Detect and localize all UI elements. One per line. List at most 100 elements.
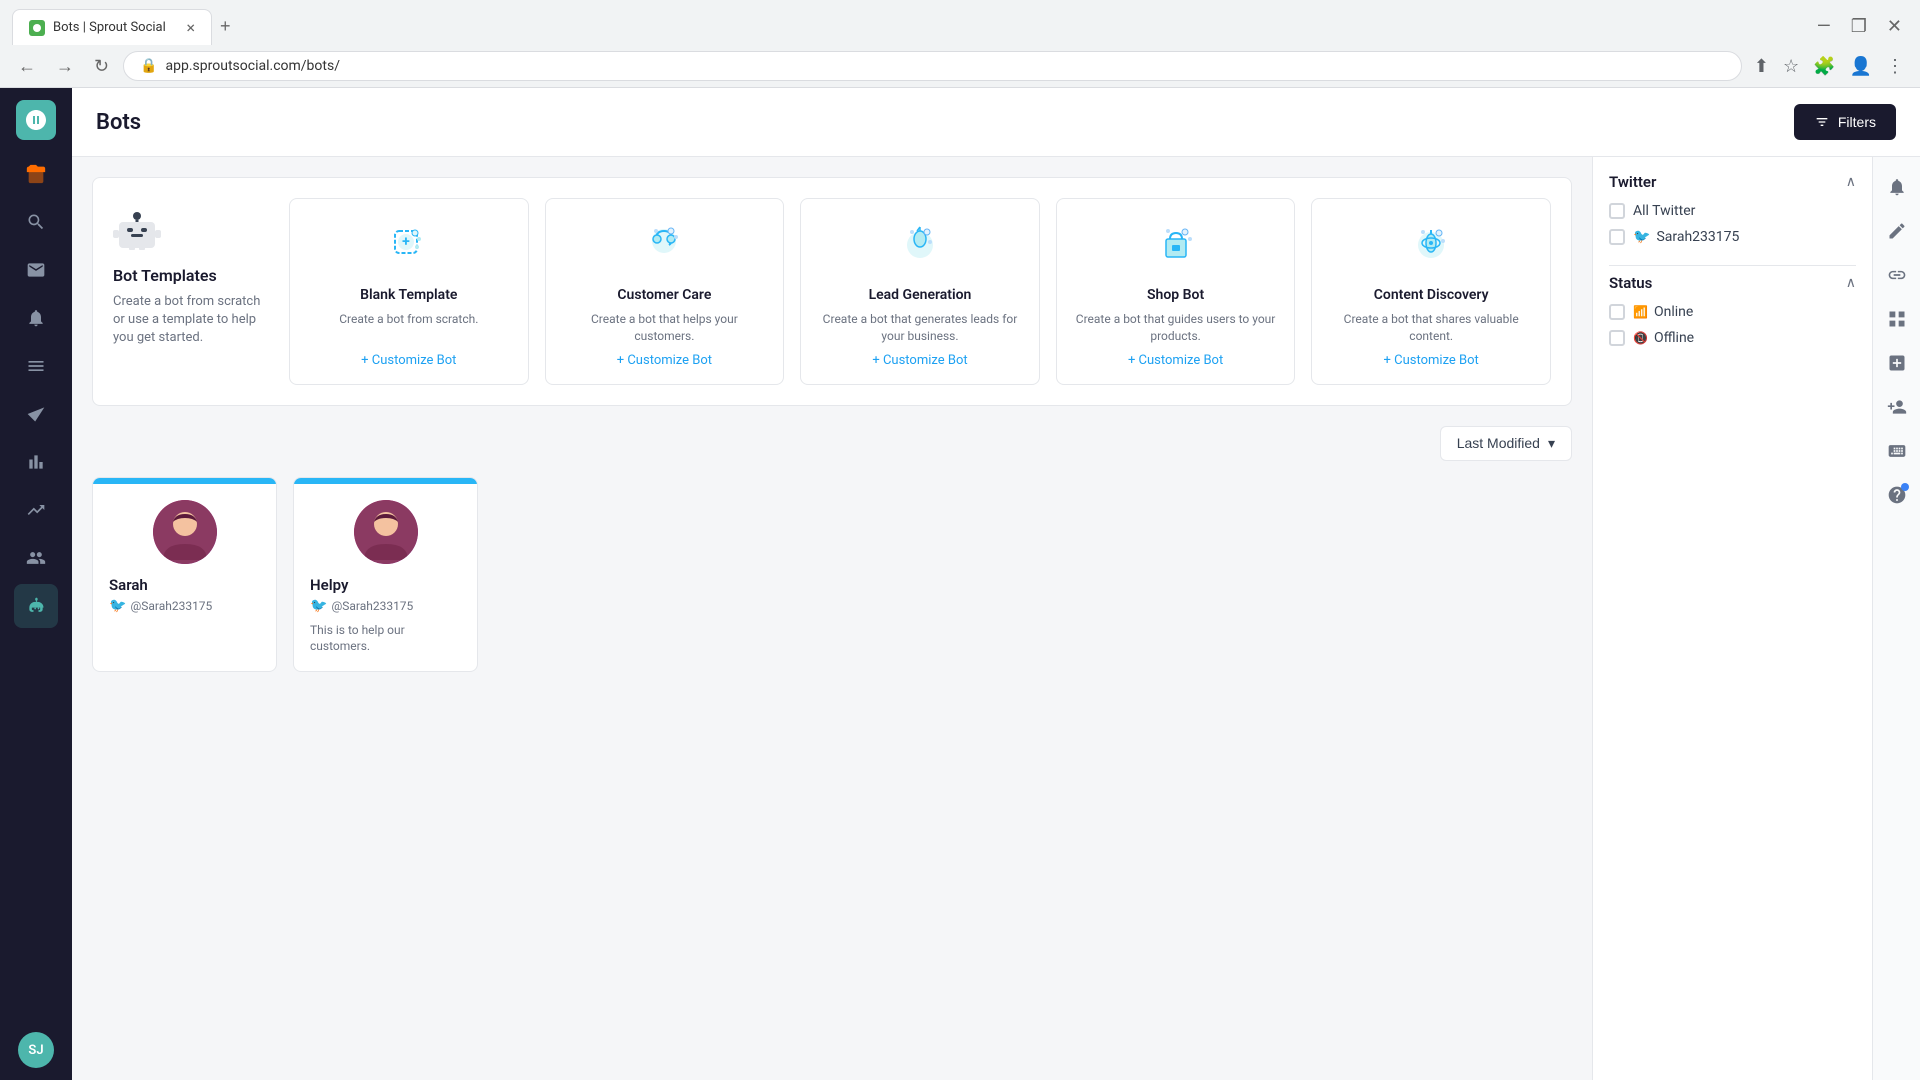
online-status-checkbox[interactable] (1609, 304, 1625, 320)
template-card-lead-gen: Lead Generation Create a bot that genera… (800, 198, 1040, 385)
blank-customize-link[interactable]: + Customize Bot (361, 353, 456, 368)
twitter-icon-helpy: 🐦 (310, 598, 327, 614)
offline-icon: 📵 (1633, 331, 1648, 345)
shop-bot-customize-link[interactable]: + Customize Bot (1128, 353, 1223, 368)
template-intro: Bot Templates Create a bot from scratch … (113, 198, 273, 385)
lock-icon: 🔒 (140, 58, 157, 74)
bot-card-body: Sarah 🐦 @Sarah233175 (93, 484, 276, 630)
close-button[interactable]: ✕ (1881, 14, 1908, 39)
content-discovery-title: Content Discovery (1374, 287, 1489, 303)
all-twitter-label: All Twitter (1633, 203, 1695, 219)
sidebar-item-reports[interactable] (14, 440, 58, 484)
customer-care-icon (634, 215, 694, 275)
template-card-blank: + Blank Template Create a bot from scrat… (289, 198, 529, 385)
sidebar-item-analytics[interactable] (14, 488, 58, 532)
address-bar[interactable]: 🔒 app.sproutsocial.com/bots/ (123, 51, 1742, 81)
shop-bot-icon (1146, 215, 1206, 275)
online-icon: 📶 (1633, 305, 1648, 319)
user-avatar[interactable]: SJ (18, 1032, 54, 1068)
sort-button[interactable]: Last Modified ▾ (1440, 426, 1572, 461)
add-panel-icon[interactable] (1879, 345, 1915, 381)
sidebar-item-campaigns[interactable] (14, 392, 58, 436)
status-section-header: Status ∧ (1609, 274, 1856, 292)
browser-toolbar: ← → ↻ 🔒 app.sproutsocial.com/bots/ ⬆ ☆ 🧩… (0, 45, 1920, 87)
page-header: Bots Filters (72, 88, 1920, 157)
share-button[interactable]: ⬆ (1750, 52, 1773, 81)
filters-button[interactable]: Filters (1794, 104, 1896, 140)
keyboard-panel-icon[interactable] (1879, 433, 1915, 469)
twitter-collapse-chevron[interactable]: ∧ (1846, 174, 1856, 190)
offline-status-label: 📵 Offline (1633, 330, 1694, 346)
blank-template-desc: Create a bot from scratch. (339, 311, 478, 345)
customer-care-customize-link[interactable]: + Customize Bot (617, 353, 712, 368)
minimize-button[interactable]: — (1811, 14, 1837, 39)
bot-icon (113, 206, 161, 254)
sarah-twitter-filter: 🐦 Sarah233175 (1609, 229, 1856, 245)
main-content: Bots Filters (72, 88, 1920, 1080)
online-status-label: 📶 Online (1633, 304, 1693, 320)
bot-avatar-sarah (153, 500, 217, 564)
window-controls: — ❐ ✕ (1811, 14, 1908, 39)
blank-template-icon: + (379, 215, 439, 275)
reload-button[interactable]: ↻ (88, 52, 115, 81)
sprout-logo[interactable] (16, 100, 56, 140)
link-panel-icon[interactable] (1879, 257, 1915, 293)
lead-gen-customize-link[interactable]: + Customize Bot (872, 353, 967, 368)
tab-favicon (29, 20, 45, 36)
bot-card-sarah[interactable]: Sarah 🐦 @Sarah233175 (92, 477, 277, 673)
shop-bot-title: Shop Bot (1147, 287, 1204, 303)
browser-chrome: Bots | Sprout Social × + — ❐ ✕ ← → ↻ 🔒 a… (0, 0, 1920, 88)
sidebar-item-feeds[interactable] (14, 152, 58, 196)
notifications-panel-icon[interactable] (1879, 169, 1915, 205)
active-tab[interactable]: Bots | Sprout Social × (12, 9, 212, 45)
sarah-avatar-image (153, 500, 217, 564)
offline-status-checkbox[interactable] (1609, 330, 1625, 346)
profile-button[interactable]: 👤 (1846, 52, 1876, 81)
status-filter-section: Status ∧ 📶 Online 📵 O (1609, 274, 1856, 346)
bot-card-body-helpy: Helpy 🐦 @Sarah233175 This is to help our… (294, 484, 477, 672)
back-button[interactable]: ← (12, 52, 42, 81)
content-main: Bot Templates Create a bot from scratch … (72, 157, 1592, 1080)
new-tab-button[interactable]: + (212, 8, 239, 45)
bot-handle-sarah: 🐦 @Sarah233175 (109, 598, 260, 614)
twitter-section-title: Twitter (1609, 173, 1656, 191)
lead-gen-desc: Create a bot that generates leads for yo… (817, 311, 1023, 345)
bot-cards-grid: Sarah 🐦 @Sarah233175 (92, 477, 1572, 673)
sidebar-item-publishing[interactable] (14, 344, 58, 388)
shop-bot-desc: Create a bot that guides users to your p… (1073, 311, 1279, 345)
extensions-button[interactable]: 🧩 (1809, 52, 1839, 81)
content-discovery-customize-link[interactable]: + Customize Bot (1384, 353, 1479, 368)
bookmark-button[interactable]: ☆ (1779, 52, 1803, 81)
forward-button[interactable]: → (50, 52, 80, 81)
bot-handle-text-helpy: @Sarah233175 (331, 599, 413, 613)
all-twitter-checkbox[interactable] (1609, 203, 1625, 219)
tab-title: Bots | Sprout Social (53, 20, 178, 35)
status-collapse-chevron[interactable]: ∧ (1846, 275, 1856, 291)
sidebar-item-bots[interactable] (14, 584, 58, 628)
content-area: Bot Templates Create a bot from scratch … (72, 157, 1920, 1080)
tab-close-button[interactable]: × (186, 18, 195, 37)
bot-avatar-helpy (354, 500, 418, 564)
filters-icon (1814, 114, 1830, 130)
twitter-icon-sarah: 🐦 (109, 598, 126, 614)
twitter-filter-section: Twitter ∧ All Twitter 🐦 Sarah233175 (1609, 173, 1856, 245)
sidebar-item-search[interactable] (14, 200, 58, 244)
help-panel-icon[interactable] (1879, 477, 1915, 513)
offline-status-filter: 📵 Offline (1609, 330, 1856, 346)
user-add-panel-icon[interactable] (1879, 389, 1915, 425)
grid-panel-icon[interactable] (1879, 301, 1915, 337)
helpy-avatar-image (354, 500, 418, 564)
sidebar-item-notifications[interactable] (14, 296, 58, 340)
sidebar-item-listening[interactable] (14, 536, 58, 580)
compose-panel-icon[interactable] (1879, 213, 1915, 249)
menu-button[interactable]: ⋮ (1882, 52, 1908, 81)
bot-handle-text-sarah: @Sarah233175 (130, 599, 212, 613)
maximize-button[interactable]: ❐ (1845, 14, 1873, 39)
template-card-customer-care: Customer Care Create a bot that helps yo… (545, 198, 785, 385)
panel-divider (1609, 265, 1856, 266)
bot-card-helpy[interactable]: Helpy 🐦 @Sarah233175 This is to help our… (293, 477, 478, 673)
templates-desc: Create a bot from scratch or use a templ… (113, 293, 273, 348)
sarah-twitter-checkbox[interactable] (1609, 229, 1625, 245)
sidebar-item-inbox[interactable] (14, 248, 58, 292)
content-discovery-icon (1401, 215, 1461, 275)
